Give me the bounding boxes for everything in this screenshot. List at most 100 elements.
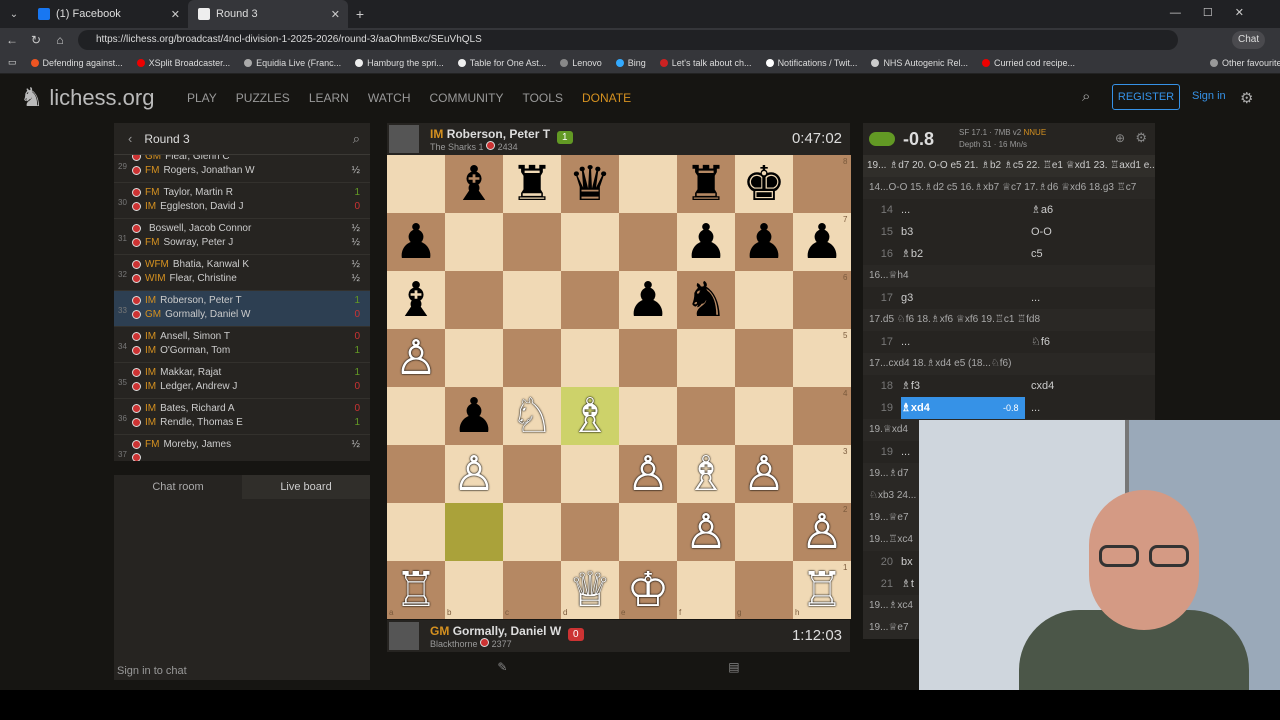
chess-piece[interactable]: ♘ — [510, 388, 553, 444]
close-tab-icon[interactable]: ✕ — [171, 8, 180, 21]
bookmark[interactable]: Hamburg the spri... — [355, 58, 444, 68]
gear-icon[interactable]: ⚙ — [1135, 130, 1147, 146]
chess-piece[interactable]: ♟ — [394, 214, 437, 270]
bookmark[interactable]: Notifications / Twit... — [765, 58, 857, 68]
other-favourites[interactable]: Other favourites — [1210, 58, 1280, 68]
bookmark[interactable]: Equidia Live (Franc... — [244, 58, 341, 68]
chess-piece[interactable]: ♙ — [800, 504, 843, 560]
square-a8[interactable] — [387, 155, 445, 213]
square-c8[interactable]: ♜ — [503, 155, 561, 213]
pairing-row[interactable]: 29 GM Flear, Glenn C FM Rogers, Jonathan W ½ — [114, 155, 370, 183]
square-e7[interactable] — [619, 213, 677, 271]
chess-piece[interactable]: ♝ — [452, 156, 495, 212]
square-f6[interactable]: ♞ — [677, 271, 735, 329]
bookmarks-menu-icon[interactable]: ▭ — [8, 57, 17, 68]
reload-icon[interactable]: ↻ — [24, 33, 48, 47]
chess-piece[interactable]: ♙ — [626, 446, 669, 502]
square-a3[interactable] — [387, 445, 445, 503]
move-row[interactable]: 19 ♗xd4... -0.8 — [863, 397, 1155, 419]
tab-live-board[interactable]: Live board — [242, 475, 370, 499]
white-move[interactable]: b3 — [901, 221, 913, 243]
move-row[interactable]: 17... ♘f6 — [863, 331, 1155, 353]
square-g3[interactable]: ♙ — [735, 445, 793, 503]
variation-text[interactable]: 17.d5 ♘f6 18.♗xf6 ♕xf6 19.♖c1 ♖fd8 — [869, 309, 1040, 331]
square-c4[interactable]: ♘ — [503, 387, 561, 445]
square-g8[interactable]: ♚ — [735, 155, 793, 213]
square-e6[interactable]: ♟ — [619, 271, 677, 329]
tab-round-3[interactable]: Round 3 ✕ — [188, 0, 348, 28]
variation-text[interactable]: 19...♖xc4 — [869, 529, 913, 551]
chess-piece[interactable]: ♜ — [684, 156, 727, 212]
chess-piece[interactable]: ♕ — [568, 562, 611, 618]
bookmark[interactable]: Let's talk about ch... — [659, 58, 752, 68]
square-e3[interactable]: ♙ — [619, 445, 677, 503]
square-c1[interactable] — [503, 561, 561, 619]
principal-variation[interactable]: 19... ♗d7 20. O-O e5 21. ♗b2 ♗c5 22. ♖e1… — [863, 155, 1155, 177]
engine-toggle[interactable] — [869, 132, 895, 146]
square-d6[interactable] — [561, 271, 619, 329]
square-a6[interactable]: ♝ — [387, 271, 445, 329]
black-move[interactable]: ♗a6 — [1031, 199, 1053, 221]
sign-in-to-chat[interactable]: Sign in to chat — [117, 665, 187, 677]
square-b6[interactable] — [445, 271, 503, 329]
chess-piece[interactable]: ♜ — [510, 156, 553, 212]
black-move[interactable]: O-O — [1031, 221, 1052, 243]
bookmark[interactable]: Table for One Ast... — [457, 58, 546, 68]
variation-text[interactable]: 19.♕xd4 — [869, 419, 908, 441]
pairing-row[interactable]: 36 IM Bates, Richard A IM Rendle, Thomas E 0 1 — [114, 399, 370, 435]
nav-donate[interactable]: DONATE — [582, 91, 631, 105]
square-g4[interactable] — [735, 387, 793, 445]
variation-text[interactable]: 19...♗xc4 — [869, 595, 913, 617]
square-c2[interactable] — [503, 503, 561, 561]
variation-text[interactable]: 16...♕h4 — [869, 265, 909, 287]
white-move[interactable]: ... — [901, 331, 910, 353]
square-b8[interactable]: ♝ — [445, 155, 503, 213]
move-row[interactable]: 18 ♗f3 cxd4 — [863, 375, 1155, 397]
tab-facebook[interactable]: (1) Facebook ✕ — [28, 0, 188, 28]
pairing-row[interactable]: 35 IM Makkar, Rajat IM Ledger, Andrew J 1 0 — [114, 363, 370, 399]
move-row[interactable]: 14... ♗a6 — [863, 199, 1155, 221]
square-f3[interactable]: ♗ — [677, 445, 735, 503]
square-c5[interactable] — [503, 329, 561, 387]
square-d1[interactable]: ♕ — [561, 561, 619, 619]
square-d3[interactable] — [561, 445, 619, 503]
chess-piece[interactable]: ♟ — [742, 214, 785, 270]
white-move[interactable]: ♗xd4 — [901, 397, 930, 419]
white-move[interactable]: ... — [901, 441, 910, 463]
variation-line[interactable]: 17.d5 ♘f6 18.♗xf6 ♕xf6 19.♖c1 ♖fd8 — [863, 309, 1155, 331]
white-move[interactable]: ♗f3 — [901, 375, 920, 397]
square-b3[interactable]: ♙ — [445, 445, 503, 503]
bookmark[interactable]: XSplit Broadcaster... — [136, 58, 230, 68]
chess-piece[interactable]: ♗ — [568, 388, 611, 444]
variation-text[interactable]: ♘xb3 24... — [869, 485, 916, 507]
back-arrow-icon[interactable]: ‹ — [128, 131, 132, 146]
square-a7[interactable]: ♟ — [387, 213, 445, 271]
bookmark[interactable]: Defending against... — [30, 58, 123, 68]
square-e2[interactable] — [619, 503, 677, 561]
square-a2[interactable] — [387, 503, 445, 561]
variation-line[interactable]: 16...♕h4 — [863, 265, 1155, 287]
chess-piece[interactable]: ♟ — [452, 388, 495, 444]
pairing-row[interactable]: 34 IM Ansell, Simon T IM O'Gorman, Tom 0 1 — [114, 327, 370, 363]
square-b4[interactable]: ♟ — [445, 387, 503, 445]
chess-piece[interactable]: ♗ — [684, 446, 727, 502]
chess-piece[interactable]: ♚ — [742, 156, 785, 212]
nav-puzzles[interactable]: PUZZLES — [236, 91, 290, 105]
square-f5[interactable] — [677, 329, 735, 387]
square-e4[interactable] — [619, 387, 677, 445]
bookmark[interactable]: NHS Autogenic Rel... — [871, 58, 968, 68]
nav-learn[interactable]: LEARN — [309, 91, 349, 105]
pairing-row[interactable]: 32 WFM Bhatia, Kanwal K WIM Flear, Christine… — [114, 255, 370, 291]
black-move[interactable]: ... — [1031, 287, 1040, 309]
square-d8[interactable]: ♛ — [561, 155, 619, 213]
chess-piece[interactable]: ♔ — [626, 562, 669, 618]
lichess-logo[interactable]: ♞ lichess.org — [20, 82, 154, 113]
variation-text[interactable]: 19...♕e7 — [869, 617, 909, 639]
square-b1[interactable] — [445, 561, 503, 619]
square-f4[interactable] — [677, 387, 735, 445]
close-tab-icon[interactable]: ✕ — [331, 8, 340, 21]
nav-community[interactable]: COMMUNITY — [429, 91, 503, 105]
white-move[interactable]: ♗t — [901, 573, 914, 595]
new-tab-icon[interactable]: + — [348, 6, 372, 22]
square-f2[interactable]: ♙ — [677, 503, 735, 561]
